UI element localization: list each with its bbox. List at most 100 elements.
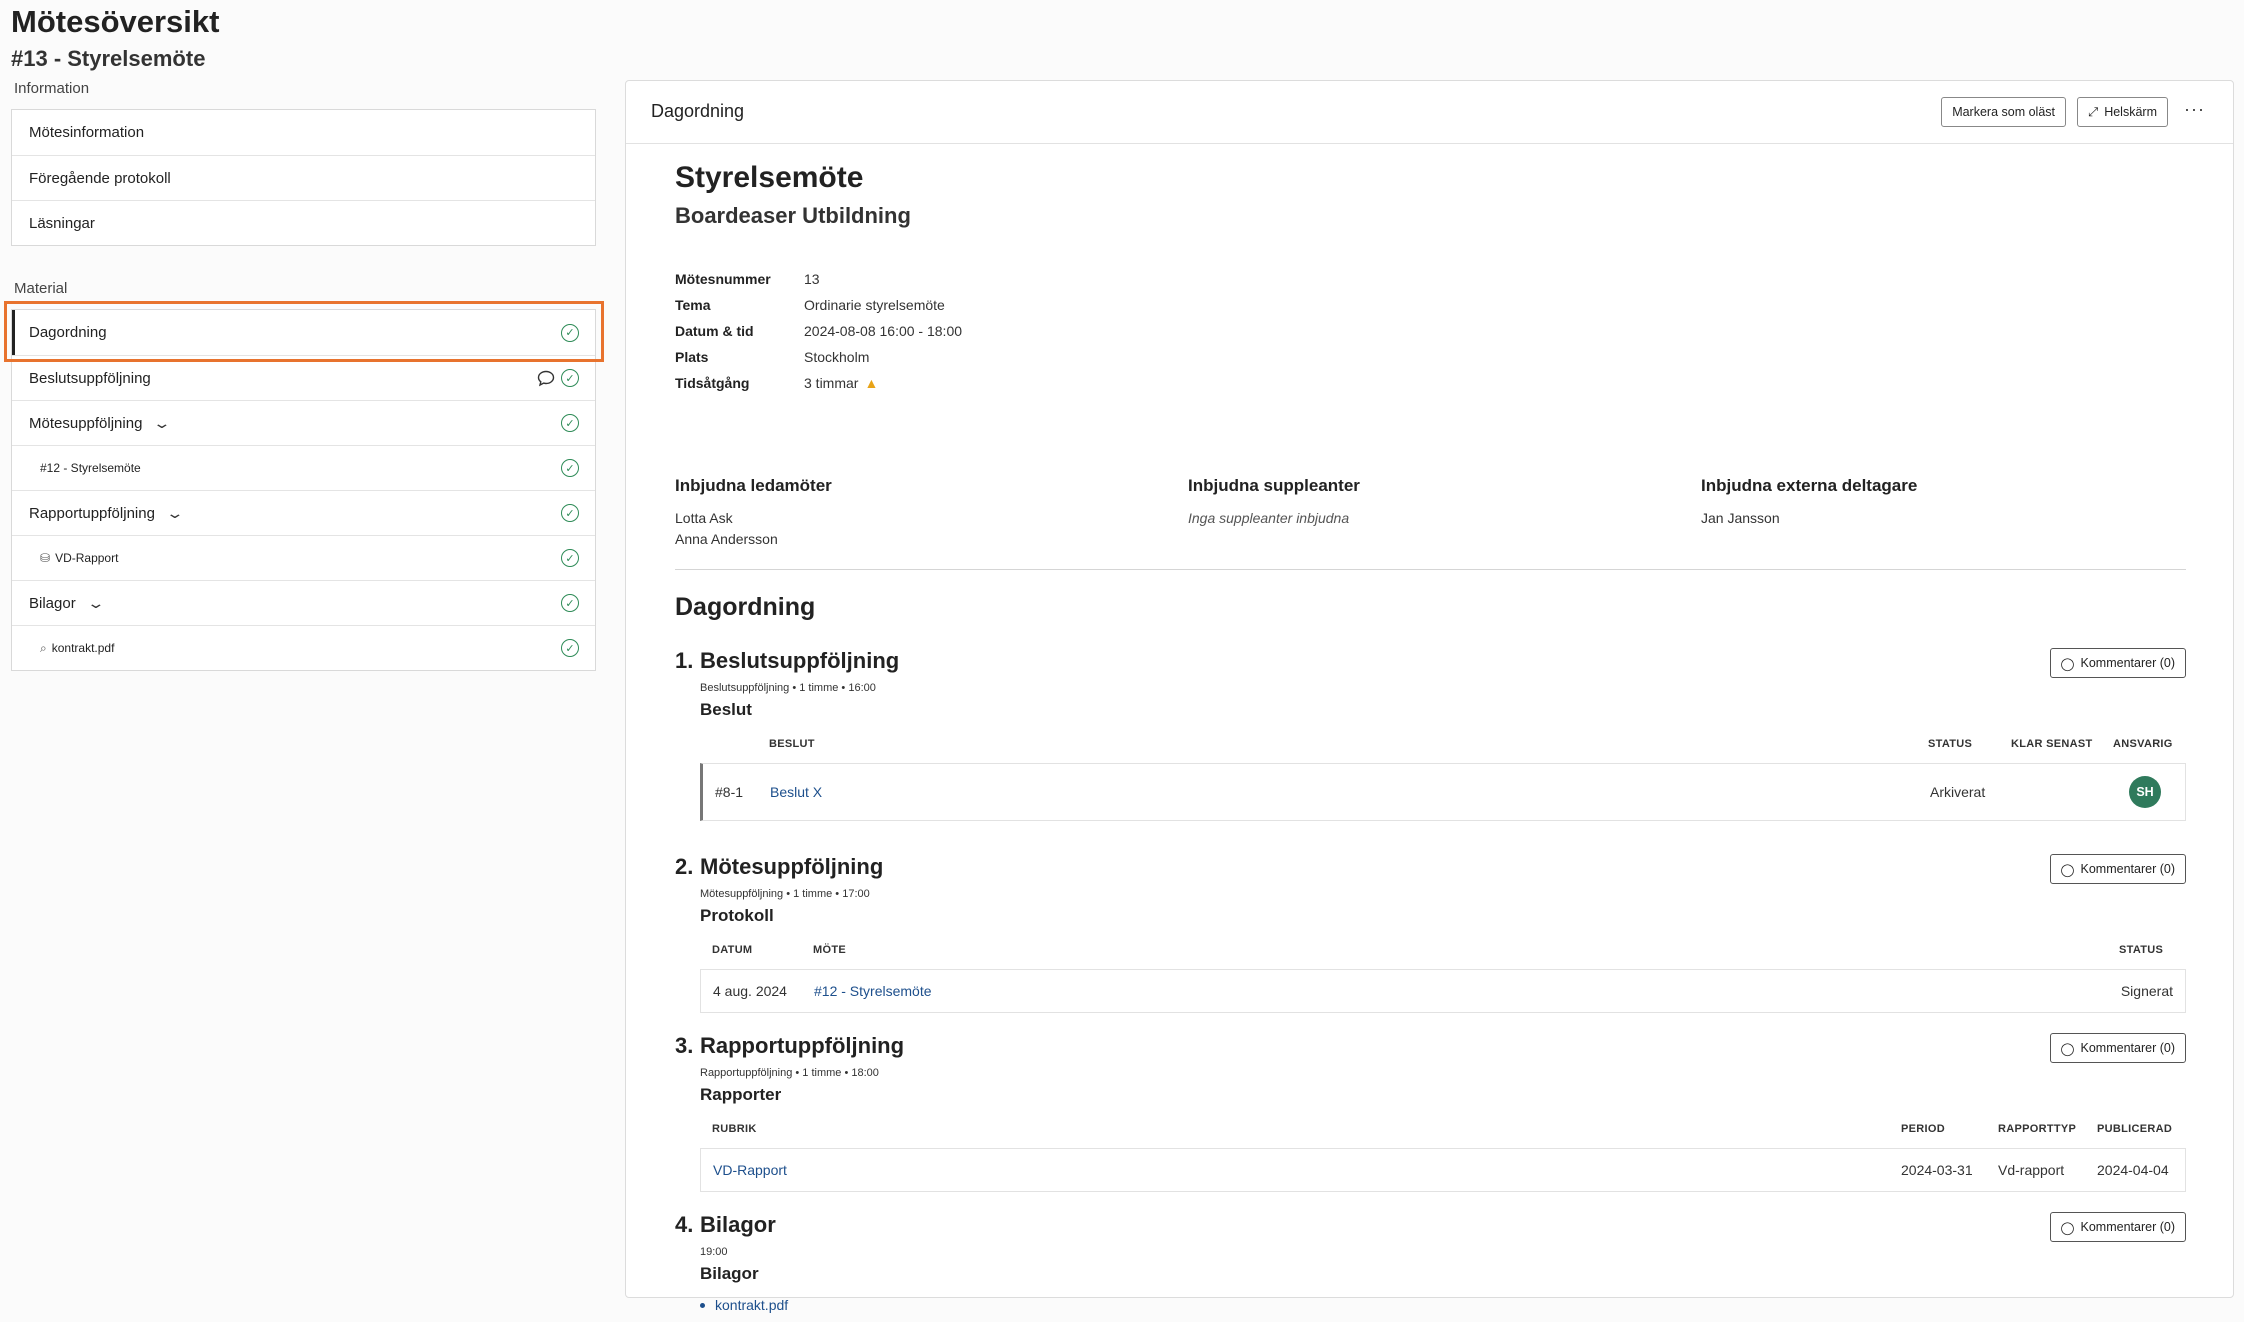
comment-icon: ◯ (2060, 656, 2075, 671)
meta-row: Tidsåtgång 3 timmar ▲ (675, 370, 962, 396)
expand-icon: ⤢ (2088, 104, 2099, 119)
meeting-link[interactable]: #12 - Styrelsemöte (814, 983, 932, 999)
col-header-decision: BESLUT (769, 738, 815, 750)
more-options-button[interactable]: ··· (2184, 99, 2205, 120)
comments-label: Kommentarer (0) (2080, 1220, 2175, 1234)
report-link[interactable]: VD-Rapport (713, 1162, 787, 1178)
warning-icon: ▲ (864, 375, 879, 391)
minutes-status: Signerat (2120, 983, 2173, 999)
item-number: 4. (675, 1212, 694, 1237)
table-row[interactable]: VD-Rapport 2024-03-31 Vd-rapport 2024-04… (700, 1148, 2186, 1192)
divider (675, 569, 2186, 570)
attachment-link[interactable]: kontrakt.pdf (715, 1297, 788, 1313)
nav-item-report-followup[interactable]: Rapportuppföljning ⌄ ✓ (12, 490, 595, 535)
attachment-list-item: kontrakt.pdf (700, 1297, 788, 1313)
nav-item-label: VD-Rapport (55, 551, 119, 565)
fullscreen-button[interactable]: ⤢ Helskärm (2077, 97, 2168, 127)
meta-row: Plats Stockholm (675, 344, 962, 370)
nav-item-label: Föregående protokoll (29, 169, 171, 187)
item-subheading: Protokoll (700, 906, 774, 925)
agenda-item-3: 3. Rapportuppföljning Rapportuppföljning… (675, 1033, 2186, 1193)
information-section-label: Information (14, 80, 90, 97)
comments-button[interactable]: ◯ Kommentarer (0) (2049, 854, 2186, 884)
material-section-label: Material (14, 280, 68, 297)
comment-icon: ◯ (2060, 862, 2075, 877)
nav-item-ceo-report[interactable]: ⛁ VD-Rapport ✓ (12, 535, 595, 580)
decision-id: #8-1 (715, 784, 744, 800)
comment-icon: ◯ (2060, 1220, 2075, 1235)
agenda-title: Dagordning (675, 593, 816, 621)
decision-link[interactable]: Beslut X (770, 784, 822, 800)
item-meta: 19:00 (700, 1246, 728, 1258)
check-circle-icon: ✓ (561, 369, 579, 387)
nav-item-attachments[interactable]: Bilagor ⌄ ✓ (12, 580, 595, 625)
comment-icon: ◯ (2060, 1041, 2075, 1056)
table-row[interactable]: #8-1 Beslut X Arkiverat SH (700, 763, 2186, 821)
duration-value: 3 timmar (804, 375, 859, 391)
nav-item-meeting-followup[interactable]: Mötesuppföljning ⌄ ✓ (12, 400, 595, 445)
nav-item-decision-followup[interactable]: Beslutsuppföljning ✓ (12, 355, 595, 400)
comments-button[interactable]: ◯ Kommentarer (0) (2049, 1212, 2186, 1242)
meta-row: Mötesnummer 13 (675, 266, 962, 292)
check-circle-icon: ✓ (561, 459, 579, 477)
nav-item-label: Dagordning (29, 324, 107, 341)
col-header-meeting: MÖTE (813, 944, 846, 956)
item-subheading: Rapporter (700, 1085, 782, 1104)
owner-avatar[interactable]: SH (2129, 776, 2161, 808)
nav-item-label: Mötesuppföljning (29, 414, 143, 432)
table-row[interactable]: 4 aug. 2024 #12 - Styrelsemöte Signerat (700, 969, 2186, 1013)
comments-button[interactable]: ◯ Kommentarer (0) (2049, 1033, 2186, 1063)
item-number: 3. (675, 1033, 694, 1058)
nav-item-meeting-info[interactable]: Mötesinformation (12, 110, 595, 155)
item-number: 2. (675, 854, 694, 879)
panel-header: Dagordning Markera som oläst ⤢ Helskärm … (626, 81, 2233, 144)
avatar: SH (2129, 776, 2161, 808)
nav-item-label: Beslutsuppföljning (29, 369, 151, 387)
nav-item-agenda[interactable]: Dagordning ✓ (12, 310, 595, 355)
item-meta: Beslutsuppföljning • 1 timme • 16:00 (700, 682, 876, 694)
no-deputies-text: Inga suppleanter inbjudna (1188, 510, 1350, 526)
invited-members: Inbjudna ledamöter Lotta Ask Anna Anders… (675, 476, 832, 550)
page-subtitle: #13 - Styrelsemöte (11, 46, 206, 71)
item-meta: Mötesuppföljning • 1 timme • 17:00 (700, 888, 870, 900)
item-title: Beslutsuppföljning (700, 648, 900, 673)
chevron-down-icon[interactable]: ⌄ (165, 505, 184, 522)
meta-key: Plats (675, 349, 709, 365)
material-nav: Dagordning ✓ Beslutsuppföljning ✓ Mötesu… (11, 309, 596, 671)
item-number: 1. (675, 648, 694, 673)
comment-icon[interactable] (537, 370, 555, 387)
member-name: Lotta Ask (675, 510, 733, 526)
comments-button[interactable]: ◯ Kommentarer (0) (2049, 648, 2186, 678)
mark-unread-button[interactable]: Markera som oläst (1941, 97, 2066, 127)
item-title: Bilagor (700, 1212, 776, 1237)
meta-row: Datum & tid 2024-08-08 16:00 - 18:00 (675, 318, 962, 344)
nav-item-attachment-file[interactable]: ⌕ kontrakt.pdf ✓ (12, 625, 595, 670)
col-header-status: STATUS (1928, 738, 1973, 750)
nav-item-previous-meeting[interactable]: #12 - Styrelsemöte ✓ (12, 445, 595, 490)
check-circle-icon: ✓ (561, 323, 579, 342)
nav-item-label: #12 - Styrelsemöte (40, 461, 141, 475)
comments-label: Kommentarer (0) (2080, 656, 2175, 670)
invited-external-heading: Inbjudna externa deltagare (1701, 476, 1918, 495)
meta-value: 2024-08-08 16:00 - 18:00 (804, 323, 963, 339)
nav-item-label: Mötesinformation (29, 124, 145, 141)
paperclip-icon: ⌕ (40, 640, 47, 655)
invited-external: Inbjudna externa deltagare Jan Jansson (1701, 476, 1917, 529)
information-nav: Mötesinformation Föregående protokoll Lä… (11, 109, 596, 246)
agenda-item-2: 2. Mötesuppföljning Mötesuppföljning • 1… (675, 854, 2186, 1014)
comments-label: Kommentarer (0) (2080, 1041, 2175, 1055)
check-circle-icon: ✓ (561, 414, 579, 432)
col-header-period: PERIOD (1901, 1123, 1945, 1135)
report-period: 2024-03-31 (1901, 1162, 1973, 1178)
chevron-down-icon[interactable]: ⌄ (153, 415, 172, 432)
chevron-down-icon[interactable]: ⌄ (86, 595, 105, 612)
meta-value: 13 (804, 271, 820, 287)
col-header-status: STATUS (2119, 944, 2164, 956)
fullscreen-label: Helskärm (2104, 105, 2157, 119)
nav-item-previous-minutes[interactable]: Föregående protokoll (12, 155, 595, 200)
meta-key: Mötesnummer (675, 271, 771, 287)
meta-key: Tidsåtgång (675, 375, 750, 391)
item-subheading: Bilagor (700, 1264, 759, 1283)
meta-key: Datum & tid (675, 323, 754, 339)
nav-item-readings[interactable]: Läsningar (12, 200, 595, 245)
